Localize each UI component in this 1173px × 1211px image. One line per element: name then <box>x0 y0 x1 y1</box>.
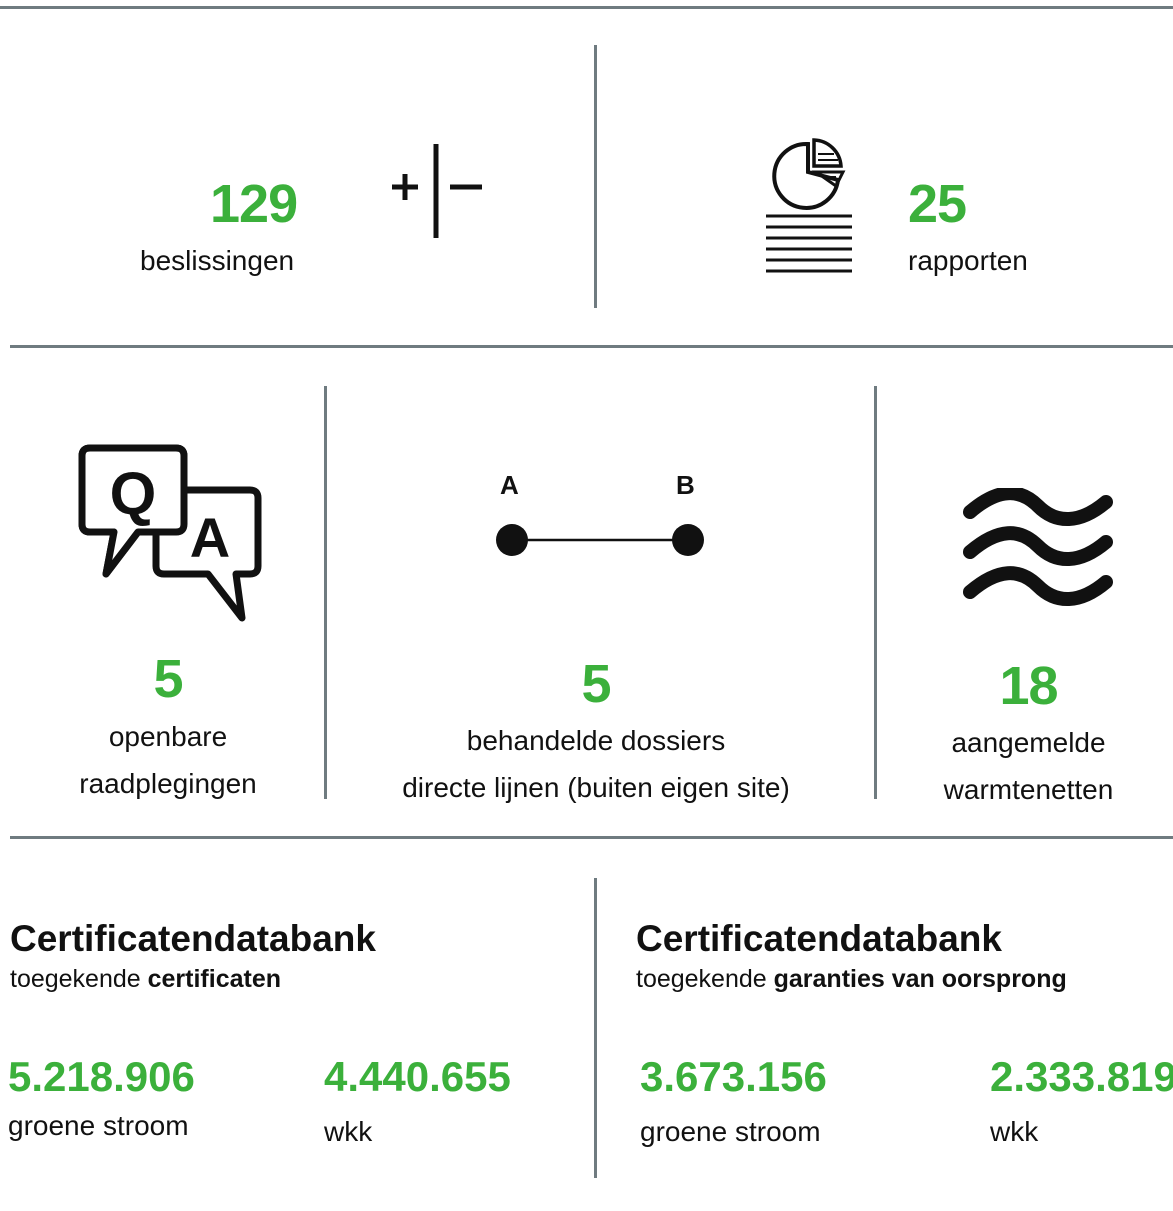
direct-lines-value: 5 <box>581 654 611 714</box>
direct-lines-label-line2: directe lijnen (buiten eigen site) <box>402 772 790 803</box>
point-b-label: B <box>676 470 695 500</box>
divider-row1 <box>10 345 1173 348</box>
certificates-subtitle: toegekende certificaten <box>10 967 281 992</box>
svg-text:A: A <box>190 506 230 569</box>
guarantees-green-label: groene stroom <box>640 1116 821 1147</box>
guarantees-subtitle-prefix: toegekende <box>636 965 774 993</box>
heat-waves-icon <box>958 486 1118 613</box>
certificates-green-label: groene stroom <box>8 1110 189 1141</box>
heat-networks-label-line1: aangemelde <box>951 727 1106 758</box>
divider-row2 <box>10 836 1173 839</box>
report-pie-chart-icon <box>750 120 870 280</box>
direct-lines-label-line1: behandelde dossiers <box>466 725 726 756</box>
consultations-label-line1: openbare <box>108 721 228 752</box>
reports-label: rapporten <box>908 245 1028 276</box>
consultations-label-line2: raadplegingen <box>79 768 257 799</box>
guarantees-wkk-label: wkk <box>990 1116 1039 1147</box>
heat-networks-value: 18 <box>999 656 1058 716</box>
guarantees-subtitle-bold: garanties van oorsprong <box>773 965 1067 993</box>
certificates-wkk-value: 4.440.655 <box>324 1053 511 1100</box>
divider-vertical-mid-right <box>874 386 877 799</box>
decisions-label: beslissingen <box>140 245 295 276</box>
guarantees-wkk-value: 2.333.819 <box>990 1053 1173 1100</box>
divider-top <box>0 6 1173 9</box>
certificates-green-value: 5.218.906 <box>8 1053 195 1100</box>
guarantees-title: Certificatendatabank <box>636 918 1002 959</box>
certificates-subtitle-bold: certificaten <box>147 965 282 993</box>
decisions-value: 129 <box>210 174 298 234</box>
reports-value: 25 <box>908 174 967 234</box>
certificates-subtitle-prefix: toegekende <box>10 965 148 993</box>
divider-vertical-mid-left <box>324 386 327 799</box>
point-a-label: A <box>500 470 519 500</box>
qa-speech-bubbles-icon: Q A <box>76 442 262 624</box>
certificates-wkk-label: wkk <box>324 1116 373 1147</box>
guarantees-green-value: 3.673.156 <box>640 1053 827 1100</box>
divider-vertical-top <box>594 45 597 308</box>
divider-vertical-bottom <box>594 878 597 1178</box>
guarantees-subtitle: toegekende garanties van oorsprong <box>636 967 1067 992</box>
svg-text:Q: Q <box>110 460 157 527</box>
heat-networks-label-line2: warmtenetten <box>943 774 1114 805</box>
plus-minus-icon <box>388 140 483 240</box>
consultations-value: 5 <box>153 649 183 709</box>
certificates-title: Certificatendatabank <box>10 918 376 959</box>
